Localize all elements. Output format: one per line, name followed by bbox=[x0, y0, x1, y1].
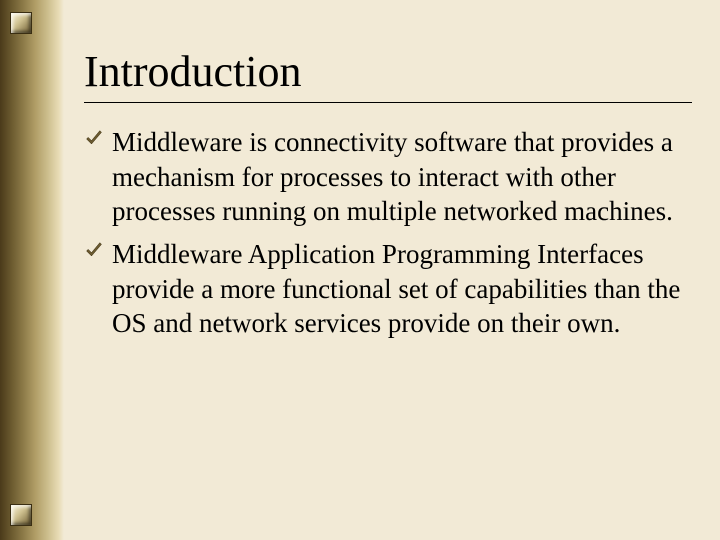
bullet-text: Middleware Application Programming Inter… bbox=[112, 239, 680, 338]
decorative-left-gradient bbox=[0, 0, 64, 540]
checkmark-icon bbox=[84, 129, 104, 149]
bullet-text: Middleware is connectivity software that… bbox=[112, 127, 673, 226]
list-item: Middleware is connectivity software that… bbox=[84, 125, 692, 229]
bevel-square-bottom bbox=[10, 504, 32, 526]
checkmark-icon bbox=[84, 241, 104, 261]
slide-title: Introduction bbox=[84, 48, 692, 96]
list-item: Middleware Application Programming Inter… bbox=[84, 237, 692, 341]
title-underline bbox=[84, 102, 692, 103]
bevel-square-top bbox=[10, 12, 32, 34]
slide-content: Introduction Middleware is connectivity … bbox=[84, 48, 692, 349]
bullet-list: Middleware is connectivity software that… bbox=[84, 125, 692, 340]
